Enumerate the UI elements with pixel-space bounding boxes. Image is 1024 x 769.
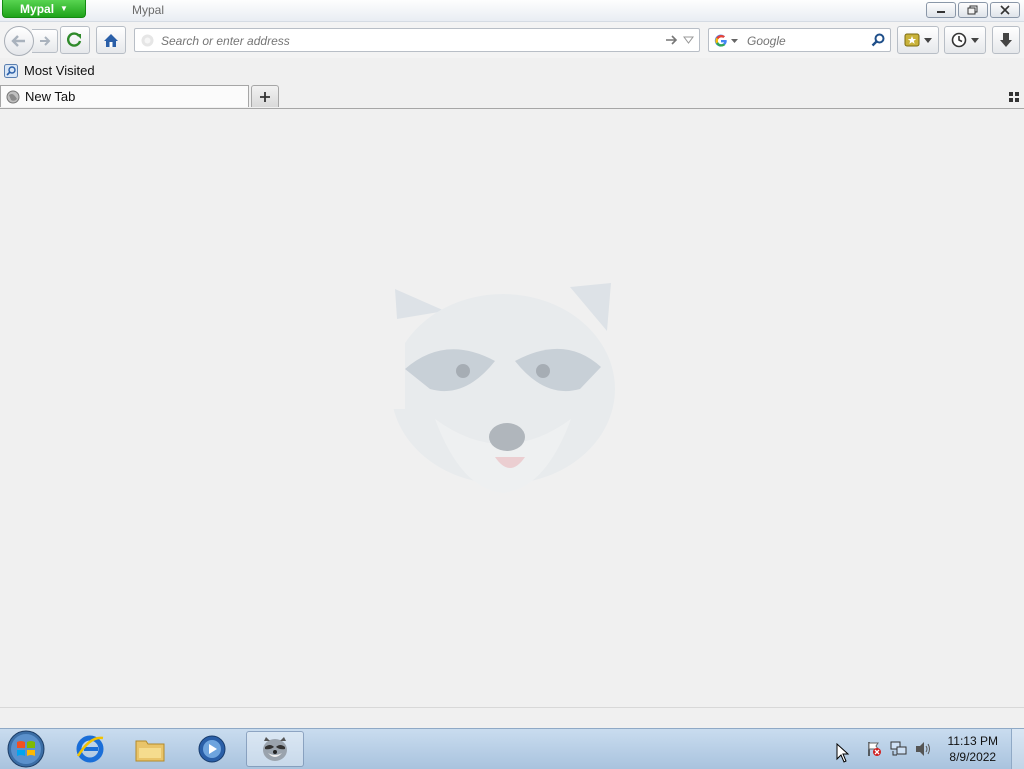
- restore-icon: [967, 5, 978, 15]
- restore-button[interactable]: [958, 2, 988, 18]
- address-bar[interactable]: [134, 28, 700, 52]
- folder-icon: [135, 740, 165, 762]
- navigation-toolbar: [0, 22, 1024, 58]
- taskbar: 11:13 PM 8/9/2022: [0, 728, 1024, 769]
- show-desktop-button[interactable]: [1011, 729, 1024, 769]
- search-icon[interactable]: [871, 33, 885, 47]
- forward-arrow-icon: [39, 36, 50, 46]
- taskbar-file-explorer[interactable]: [122, 731, 178, 767]
- bookmarks-toolbar: Most Visited: [0, 60, 1024, 82]
- bookmarks-dropdown-icon: [924, 37, 932, 43]
- download-arrow-icon: [1000, 33, 1012, 47]
- google-logo-icon[interactable]: [714, 34, 728, 48]
- new-tab-button[interactable]: [251, 85, 279, 107]
- clock-time: 11:13 PM: [947, 734, 998, 748]
- go-arrow-icon[interactable]: [665, 34, 679, 46]
- internet-explorer-icon: [76, 735, 104, 763]
- media-player-icon: [198, 735, 226, 763]
- home-button[interactable]: [96, 26, 126, 54]
- history-dropdown-caret-icon: [971, 37, 979, 43]
- tab-label: New Tab: [25, 89, 76, 104]
- windows-start-orb-icon: [7, 730, 45, 768]
- tab-new-tab[interactable]: New Tab: [0, 85, 249, 107]
- plus-icon: [260, 91, 270, 102]
- mouse-cursor-icon: [836, 743, 850, 763]
- taskbar-media-player[interactable]: [184, 731, 240, 767]
- forward-button[interactable]: [32, 29, 58, 53]
- status-bar: [0, 707, 1024, 728]
- bookmark-star-icon: [904, 33, 920, 47]
- reload-button[interactable]: [60, 26, 90, 54]
- most-visited-icon: [4, 63, 18, 78]
- history-button[interactable]: [944, 26, 986, 54]
- close-icon: [1000, 5, 1010, 15]
- mypal-menu-button[interactable]: Mypal ▼: [2, 0, 86, 18]
- home-icon: [104, 33, 118, 47]
- taskbar-mypal[interactable]: [246, 731, 304, 767]
- minimize-button[interactable]: [926, 2, 956, 18]
- history-dropdown-icon[interactable]: [683, 36, 694, 44]
- globe-icon: [6, 90, 20, 103]
- mypal-raccoon-icon: [263, 737, 287, 761]
- back-arrow-icon: [11, 35, 25, 47]
- taskbar-internet-explorer[interactable]: [62, 731, 118, 767]
- engine-dropdown-icon[interactable]: [731, 39, 738, 44]
- clock-icon: [951, 32, 967, 48]
- system-clock[interactable]: 11:13 PM 8/9/2022: [948, 733, 998, 765]
- close-button[interactable]: [990, 2, 1020, 18]
- minimize-icon: [937, 11, 945, 13]
- menu-caret-icon: ▼: [60, 4, 68, 13]
- clock-date: 8/9/2022: [949, 750, 997, 764]
- back-button[interactable]: [4, 26, 34, 56]
- mypal-raccoon-logo: [385, 283, 615, 493]
- bookmark-most-visited[interactable]: Most Visited: [4, 63, 95, 78]
- most-visited-label: Most Visited: [24, 63, 95, 78]
- new-tab-page: [0, 109, 1024, 707]
- title-bar: Mypal ▼ Mypal: [0, 0, 1024, 22]
- search-input[interactable]: [745, 32, 869, 50]
- address-input[interactable]: [159, 32, 663, 50]
- mypal-menu-label: Mypal: [20, 1, 55, 16]
- reload-icon: [67, 32, 82, 47]
- downloads-button[interactable]: [992, 26, 1020, 54]
- search-bar[interactable]: [708, 28, 891, 52]
- action-center-flag-icon[interactable]: [866, 741, 882, 757]
- window-title: Mypal: [132, 3, 165, 17]
- tab-groups-icon[interactable]: [1009, 92, 1019, 102]
- volume-icon[interactable]: [914, 741, 932, 757]
- back-forward-group: [4, 26, 59, 56]
- start-button[interactable]: [0, 730, 52, 768]
- bookmarks-menu-button[interactable]: [897, 26, 939, 54]
- tab-strip: New Tab: [0, 84, 1024, 109]
- network-icon[interactable]: [890, 741, 908, 757]
- page-identity-icon: [141, 34, 154, 47]
